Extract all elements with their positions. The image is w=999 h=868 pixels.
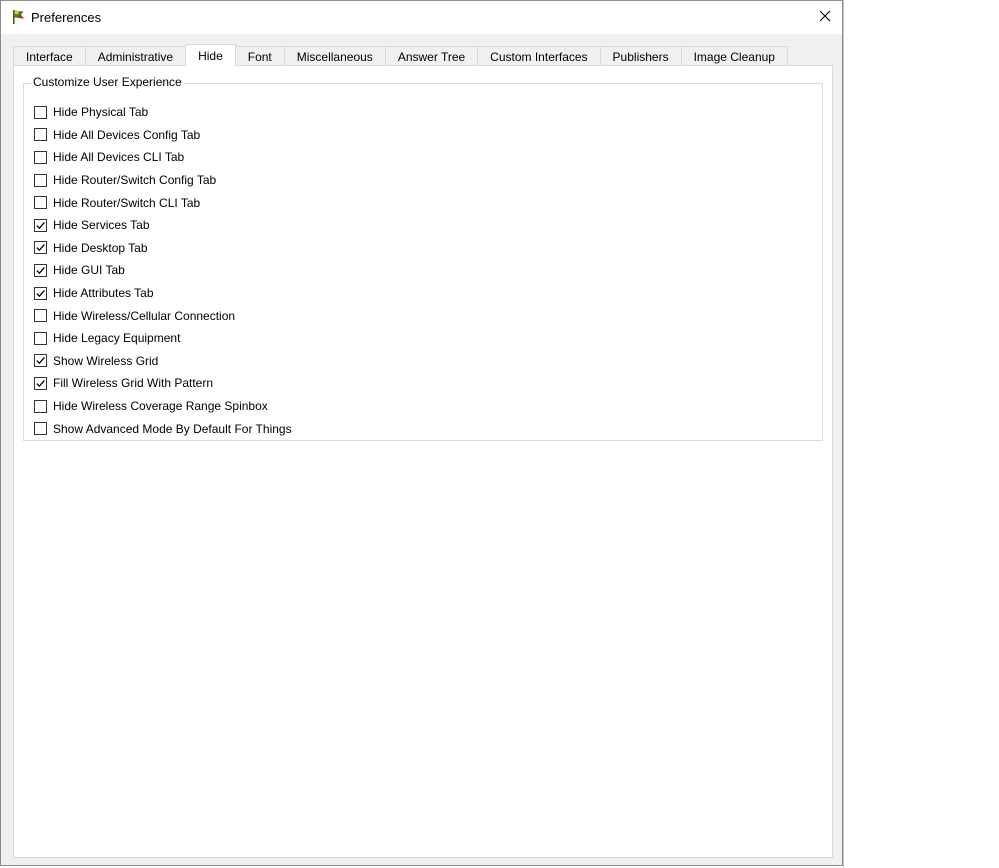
checkbox[interactable] [34,218,47,232]
group-title: Customize User Experience [31,75,184,89]
checkbox[interactable] [34,263,47,277]
checkbox-label: Hide Wireless/Cellular Connection [53,308,236,323]
hide-tab-pane: Customize User Experience Hide Physical … [13,65,833,858]
option-show-advanced-mode-by-default-for-things[interactable]: Show Advanced Mode By Default For Things [34,417,292,440]
checkmark-icon [36,289,45,297]
tab-answer-tree[interactable]: Answer Tree [384,46,478,66]
checkbox-label: Hide Wireless Coverage Range Spinbox [53,399,268,414]
preferences-window: Preferences Interface Administrative Hid… [0,0,843,866]
checkbox-label: Show Advanced Mode By Default For Things [53,421,292,436]
tab-miscellaneous[interactable]: Miscellaneous [283,46,385,66]
tab-image-cleanup[interactable]: Image Cleanup [680,46,788,66]
checkbox-label: Hide Router/Switch Config Tab [53,173,217,188]
option-hide-legacy-equipment[interactable]: Hide Legacy Equipment [34,327,292,350]
option-hide-router-switch-cli-tab[interactable]: Hide Router/Switch CLI Tab [34,191,292,214]
option-hide-router-switch-config-tab[interactable]: Hide Router/Switch Config Tab [34,169,292,192]
checkbox-label: Show Wireless Grid [53,353,159,368]
close-icon [819,10,831,25]
customize-user-experience-group: Customize User Experience Hide Physical … [23,75,823,441]
checkbox[interactable] [34,241,47,255]
checkbox[interactable] [34,376,47,390]
checkmark-icon [36,221,45,229]
option-hide-attributes-tab[interactable]: Hide Attributes Tab [34,282,292,305]
checkbox[interactable] [34,286,47,300]
checkbox-label: Hide Physical Tab [53,105,149,120]
checkbox-label: Hide Router/Switch CLI Tab [53,195,201,210]
option-hide-wireless-cellular-connection[interactable]: Hide Wireless/Cellular Connection [34,304,292,327]
option-hide-all-devices-config-tab[interactable]: Hide All Devices Config Tab [34,124,292,147]
checkbox[interactable] [34,173,47,187]
checkbox-label: Fill Wireless Grid With Pattern [53,376,214,391]
close-button[interactable] [808,1,842,34]
tab-administrative[interactable]: Administrative [84,46,186,66]
option-hide-wireless-coverage-range-spinbox[interactable]: Hide Wireless Coverage Range Spinbox [34,395,292,418]
checkbox[interactable] [34,150,47,164]
option-show-wireless-grid[interactable]: Show Wireless Grid [34,350,292,373]
option-list: Hide Physical Tab Hide All Devices Config… [34,101,292,440]
checkbox[interactable] [34,128,47,142]
tab-interface[interactable]: Interface [13,46,85,66]
checkbox[interactable] [34,196,47,210]
checkbox[interactable] [34,422,47,436]
window-title: Preferences [31,10,102,25]
option-fill-wireless-grid-with-pattern[interactable]: Fill Wireless Grid With Pattern [34,372,292,395]
checkbox[interactable] [34,354,47,368]
checkbox-label: Hide All Devices CLI Tab [53,150,185,165]
tab-hide[interactable]: Hide [185,44,236,66]
packet-tracer-flag-icon [10,9,26,25]
checkmark-icon [36,266,45,275]
checkbox-label: Hide GUI Tab [53,263,125,278]
tab-custom-interfaces[interactable]: Custom Interfaces [477,46,600,66]
option-hide-physical-tab[interactable]: Hide Physical Tab [34,101,292,124]
option-hide-desktop-tab[interactable]: Hide Desktop Tab [34,237,292,260]
checkmark-icon [36,357,45,365]
checkbox[interactable] [34,399,47,413]
checkbox[interactable] [34,331,47,345]
checkmark-icon [36,379,45,388]
checkbox-label: Hide Attributes Tab [53,286,154,301]
checkbox-label: Hide Legacy Equipment [53,331,181,346]
checkbox[interactable] [34,309,47,323]
checkbox[interactable] [34,105,47,119]
title-bar: Preferences [1,1,842,34]
background-edge [843,0,844,868]
checkmark-icon [36,244,45,252]
option-hide-gui-tab[interactable]: Hide GUI Tab [34,259,292,282]
tab-font[interactable]: Font [235,46,284,66]
tab-publishers[interactable]: Publishers [599,46,681,66]
checkbox-label: Hide Desktop Tab [53,240,148,255]
checkbox-label: Hide All Devices Config Tab [53,127,201,142]
option-hide-services-tab[interactable]: Hide Services Tab [34,214,292,237]
tab-bar: Interface Administrative Hide Font Misce… [13,44,788,66]
option-hide-all-devices-cli-tab[interactable]: Hide All Devices CLI Tab [34,146,292,169]
checkbox-label: Hide Services Tab [53,218,150,233]
